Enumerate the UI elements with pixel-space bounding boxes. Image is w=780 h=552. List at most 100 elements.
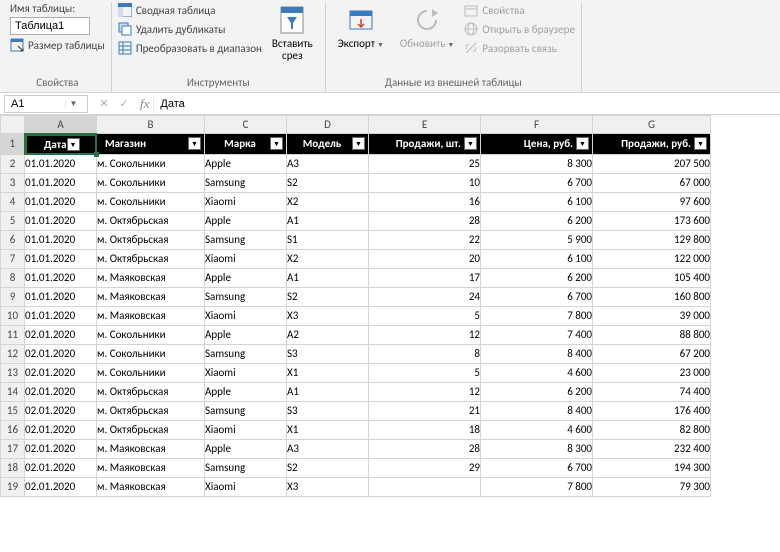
cell[interactable]: 6 700 xyxy=(481,458,593,477)
cell[interactable]: 01.01.2020 xyxy=(25,306,97,325)
cell[interactable]: 194 300 xyxy=(593,458,711,477)
row-header-15[interactable]: 15 xyxy=(1,401,25,420)
cell[interactable]: м. Маяковская xyxy=(97,439,205,458)
cell[interactable]: 105 400 xyxy=(593,268,711,287)
cell[interactable]: X3 xyxy=(287,306,369,325)
spreadsheet-grid[interactable]: ABCDEFG1Дата▼Магазин▼Марка▼Модель▼Продаж… xyxy=(0,115,780,497)
cell[interactable]: X3 xyxy=(287,477,369,496)
cell[interactable]: 01.01.2020 xyxy=(25,173,97,192)
cell[interactable]: 7 800 xyxy=(481,477,593,496)
cell[interactable]: 129 800 xyxy=(593,230,711,249)
cell[interactable]: 4 600 xyxy=(481,363,593,382)
table-header-cell[interactable]: Продажи, шт.▼ xyxy=(369,134,481,155)
cell[interactable]: м. Маяковская xyxy=(97,306,205,325)
cell[interactable]: 02.01.2020 xyxy=(25,420,97,439)
cell[interactable]: Apple xyxy=(205,268,287,287)
cell[interactable]: м. Октябрьская xyxy=(97,230,205,249)
cell[interactable]: м. Маяковская xyxy=(97,458,205,477)
cell[interactable]: 02.01.2020 xyxy=(25,477,97,496)
filter-button[interactable]: ▼ xyxy=(188,137,201,150)
cell[interactable]: 28 xyxy=(369,439,481,458)
select-all-corner[interactable] xyxy=(1,116,25,134)
name-box-dropdown[interactable]: ▼ xyxy=(65,99,81,109)
cell[interactable]: 28 xyxy=(369,211,481,230)
filter-button[interactable]: ▼ xyxy=(270,137,283,150)
cell[interactable]: A1 xyxy=(287,211,369,230)
fx-button[interactable]: fx xyxy=(136,96,153,112)
cell[interactable]: м. Сокольники xyxy=(97,325,205,344)
row-header-19[interactable]: 19 xyxy=(1,477,25,496)
cell[interactable]: S1 xyxy=(287,230,369,249)
cell[interactable]: 01.01.2020 xyxy=(25,287,97,306)
cell[interactable]: 24 xyxy=(369,287,481,306)
cell[interactable]: 8 400 xyxy=(481,401,593,420)
formula-input[interactable] xyxy=(153,95,780,113)
column-header-D[interactable]: D xyxy=(287,116,369,134)
cell[interactable]: м. Маяковская xyxy=(97,477,205,496)
cell[interactable]: 18 xyxy=(369,420,481,439)
cell[interactable]: Samsung xyxy=(205,230,287,249)
cell[interactable]: 67 000 xyxy=(593,173,711,192)
column-header-G[interactable]: G xyxy=(593,116,711,134)
column-header-E[interactable]: E xyxy=(369,116,481,134)
filter-button[interactable]: ▼ xyxy=(464,137,477,150)
cell[interactable]: м. Сокольники xyxy=(97,173,205,192)
cell[interactable]: Apple xyxy=(205,439,287,458)
cell[interactable]: A1 xyxy=(287,268,369,287)
column-header-B[interactable]: B xyxy=(97,116,205,134)
cell[interactable]: м. Сокольники xyxy=(97,154,205,173)
filter-button[interactable]: ▼ xyxy=(694,137,707,150)
cell[interactable]: 22 xyxy=(369,230,481,249)
cell[interactable]: Apple xyxy=(205,154,287,173)
row-header-6[interactable]: 6 xyxy=(1,230,25,249)
cell[interactable]: 8 300 xyxy=(481,154,593,173)
export-button[interactable]: Экспорт▼ xyxy=(332,2,390,52)
cell[interactable]: Samsung xyxy=(205,458,287,477)
cell[interactable]: 29 xyxy=(369,458,481,477)
cell[interactable]: 02.01.2020 xyxy=(25,325,97,344)
cell[interactable]: Samsung xyxy=(205,173,287,192)
cell[interactable]: 74 400 xyxy=(593,382,711,401)
cell[interactable]: 5 900 xyxy=(481,230,593,249)
cell[interactable]: 10 xyxy=(369,173,481,192)
cell[interactable]: 16 xyxy=(369,192,481,211)
cell[interactable]: A3 xyxy=(287,154,369,173)
cell[interactable]: м. Сокольники xyxy=(97,344,205,363)
cell[interactable]: 8 400 xyxy=(481,344,593,363)
cell[interactable]: X2 xyxy=(287,249,369,268)
cell[interactable]: м. Сокольники xyxy=(97,363,205,382)
cell[interactable]: м. Октябрьская xyxy=(97,420,205,439)
cell[interactable]: 82 800 xyxy=(593,420,711,439)
table-name-input[interactable] xyxy=(10,17,90,35)
cell[interactable]: X1 xyxy=(287,363,369,382)
cell[interactable]: 207 500 xyxy=(593,154,711,173)
cell[interactable]: 21 xyxy=(369,401,481,420)
cell[interactable]: 79 300 xyxy=(593,477,711,496)
cell[interactable]: м. Маяковская xyxy=(97,287,205,306)
cell[interactable]: м. Октябрьская xyxy=(97,249,205,268)
cell[interactable]: Xiaomi xyxy=(205,477,287,496)
convert-range-button[interactable]: Преобразовать в диапазон xyxy=(118,40,262,56)
row-header-13[interactable]: 13 xyxy=(1,363,25,382)
cell[interactable]: 12 xyxy=(369,382,481,401)
remove-duplicates-button[interactable]: Удалить дубликаты xyxy=(118,21,262,37)
cell[interactable]: 8 300 xyxy=(481,439,593,458)
row-header-18[interactable]: 18 xyxy=(1,458,25,477)
cell[interactable]: Apple xyxy=(205,211,287,230)
cell[interactable]: 67 200 xyxy=(593,344,711,363)
cell[interactable]: 160 800 xyxy=(593,287,711,306)
cell[interactable]: м. Октябрьская xyxy=(97,211,205,230)
filter-button[interactable]: ▼ xyxy=(67,138,80,151)
cell-A1[interactable]: Дата▼ xyxy=(25,134,97,155)
row-header-5[interactable]: 5 xyxy=(1,211,25,230)
row-header-17[interactable]: 17 xyxy=(1,439,25,458)
cell[interactable]: 01.01.2020 xyxy=(25,192,97,211)
cell[interactable]: 02.01.2020 xyxy=(25,401,97,420)
cell[interactable]: S2 xyxy=(287,173,369,192)
cell[interactable]: 97 600 xyxy=(593,192,711,211)
row-header-12[interactable]: 12 xyxy=(1,344,25,363)
cell[interactable]: 02.01.2020 xyxy=(25,382,97,401)
cell[interactable]: 6 200 xyxy=(481,211,593,230)
row-header-3[interactable]: 3 xyxy=(1,173,25,192)
cell[interactable]: 8 xyxy=(369,344,481,363)
